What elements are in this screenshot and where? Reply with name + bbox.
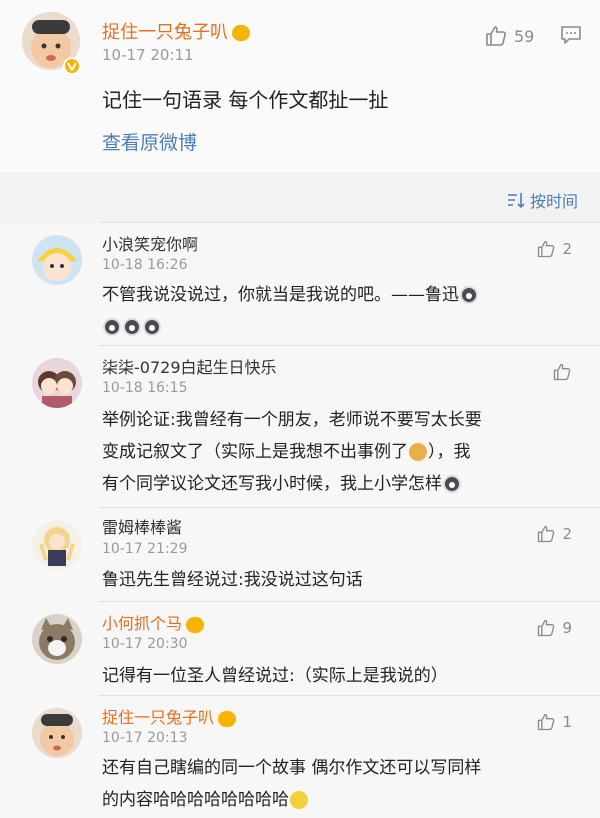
post-time: 10-17 20:11 [102,46,194,64]
comment-text: 还有自己瞎编的同一个故事 偶尔作文还可以写同样 的内容哈哈哈哈哈哈哈哈 [102,752,572,816]
comment-like-count: 1 [562,713,572,731]
comment-time: 10-17 21:29 [102,541,188,557]
husky-emoji-icon [143,318,161,336]
comment-text-line: 不管我说没说过，你就当是我说的吧。——鲁迅 [102,285,459,305]
verified-badge-icon [63,57,81,75]
comment-like-button[interactable]: 2 [536,239,572,259]
comment-text: 举例论证:我曾经有一个朋友，老师说不要写太长要 变成记叙文了（实际上是我想不出事… [102,404,572,500]
post-like-button[interactable]: 59 [484,24,534,48]
husky-emoji-icon [103,318,121,336]
husky-emoji-icon [443,475,461,493]
commenter-avatar[interactable] [32,708,82,758]
comment-item: 雷姆棒棒酱 10-17 21:29 鲁迅先生曾经说过:我没说过这句话 2 [0,508,600,601]
comment-text-line: 记得有一位圣人曾经说过:（实际上是我说的） [102,666,448,686]
thumbs-up-icon [538,525,555,543]
view-original-link[interactable]: 查看原微博 [102,128,197,155]
doge-emoji-icon [409,443,427,461]
comment-text-line: 变成记叙文了（实际上是我想不出事例了 [102,442,408,462]
comment-text-line: 有个同学议论文还写我小时候，我上小学怎样 [102,474,442,494]
comment-item: 柒柒-0729白起生日快乐 10-18 16:15 举例论证:我曾经有一个朋友，… [0,346,600,507]
comment-icon [561,26,581,44]
commenter-name[interactable]: 柒柒-0729白起生日快乐 [102,354,277,378]
comment-like-button[interactable] [552,362,572,382]
comment-time: 10-17 20:13 [102,730,188,746]
sort-bar: 按时间 [0,180,600,220]
vip-icon [218,710,237,727]
comment-time: 10-18 16:15 [102,380,188,396]
sort-icon [507,193,525,209]
thumbs-up-icon [553,363,571,381]
comment-like-count: 2 [562,240,572,258]
post-text: 记住一句语录 每个作文都扯一扯 [102,88,389,112]
thumbs-up-icon [538,240,555,258]
laughing-emoji-icon [290,791,308,809]
commenter-name[interactable]: 小何抓个马 [102,610,205,634]
comment-like-button[interactable]: 9 [536,618,572,638]
thumbs-up-icon [538,619,555,637]
comment-text-line: 的内容哈哈哈哈哈哈哈哈 [102,790,289,810]
thumbs-up-icon [486,26,506,46]
comment-item: 小浪笑宠你啊 10-18 16:26 不管我说没说过，你就当是我说的吧。——鲁迅… [0,223,600,345]
comment-text-line: ），我 [428,442,471,462]
comment-like-button[interactable]: 1 [536,712,572,732]
commenter-name[interactable]: 小浪笑宠你啊 [102,231,198,255]
comment-text: 不管我说没说过，你就当是我说的吧。——鲁迅 [102,279,572,343]
comment-text: 鲁迅先生曾经说过:我没说过这句话 [102,564,572,596]
comment-text-line: 鲁迅先生曾经说过:我没说过这句话 [102,570,363,590]
comment-text-line: 举例论证:我曾经有一个朋友，老师说不要写太长要 [102,410,482,430]
comment-text-line: 还有自己瞎编的同一个故事 偶尔作文还可以写同样 [102,758,482,778]
husky-emoji-icon [460,286,478,304]
commenter-name[interactable]: 捉住一只兔子叭 [102,704,237,728]
original-post: 捉住一只兔子叭 10-17 20:11 记住一句语录 每个作文都扯一扯 查看原微… [0,0,600,172]
commenter-name[interactable]: 雷姆棒棒酱 [102,514,182,538]
comment-like-count: 2 [562,525,572,543]
sort-label: 按时间 [529,192,578,211]
comment-like-count: 9 [562,619,572,637]
comment-item: 捉住一只兔子叭 10-17 20:13 还有自己瞎编的同一个故事 偶尔作文还可以… [0,696,600,818]
vip-icon [232,25,250,41]
husky-emoji-icon [123,318,141,336]
commenter-avatar[interactable] [32,235,82,285]
commenter-avatar[interactable] [32,614,82,664]
comment-button[interactable] [560,24,582,50]
commenter-avatar[interactable] [32,520,82,570]
vip-icon [186,616,205,633]
comment-item: 小何抓个马 10-17 20:30 记得有一位圣人曾经说过:（实际上是我说的） … [0,602,600,695]
comment-like-button[interactable]: 2 [536,524,572,544]
comment-time: 10-18 16:26 [102,257,188,273]
comment-text: 记得有一位圣人曾经说过:（实际上是我说的） [102,660,572,692]
sort-by-time-button[interactable]: 按时间 [506,188,578,212]
author-name[interactable]: 捉住一只兔子叭 [102,18,250,44]
comment-time: 10-17 20:30 [102,636,188,652]
thumbs-up-icon [538,713,555,731]
commenter-avatar[interactable] [32,358,82,408]
post-like-count: 59 [514,26,535,46]
